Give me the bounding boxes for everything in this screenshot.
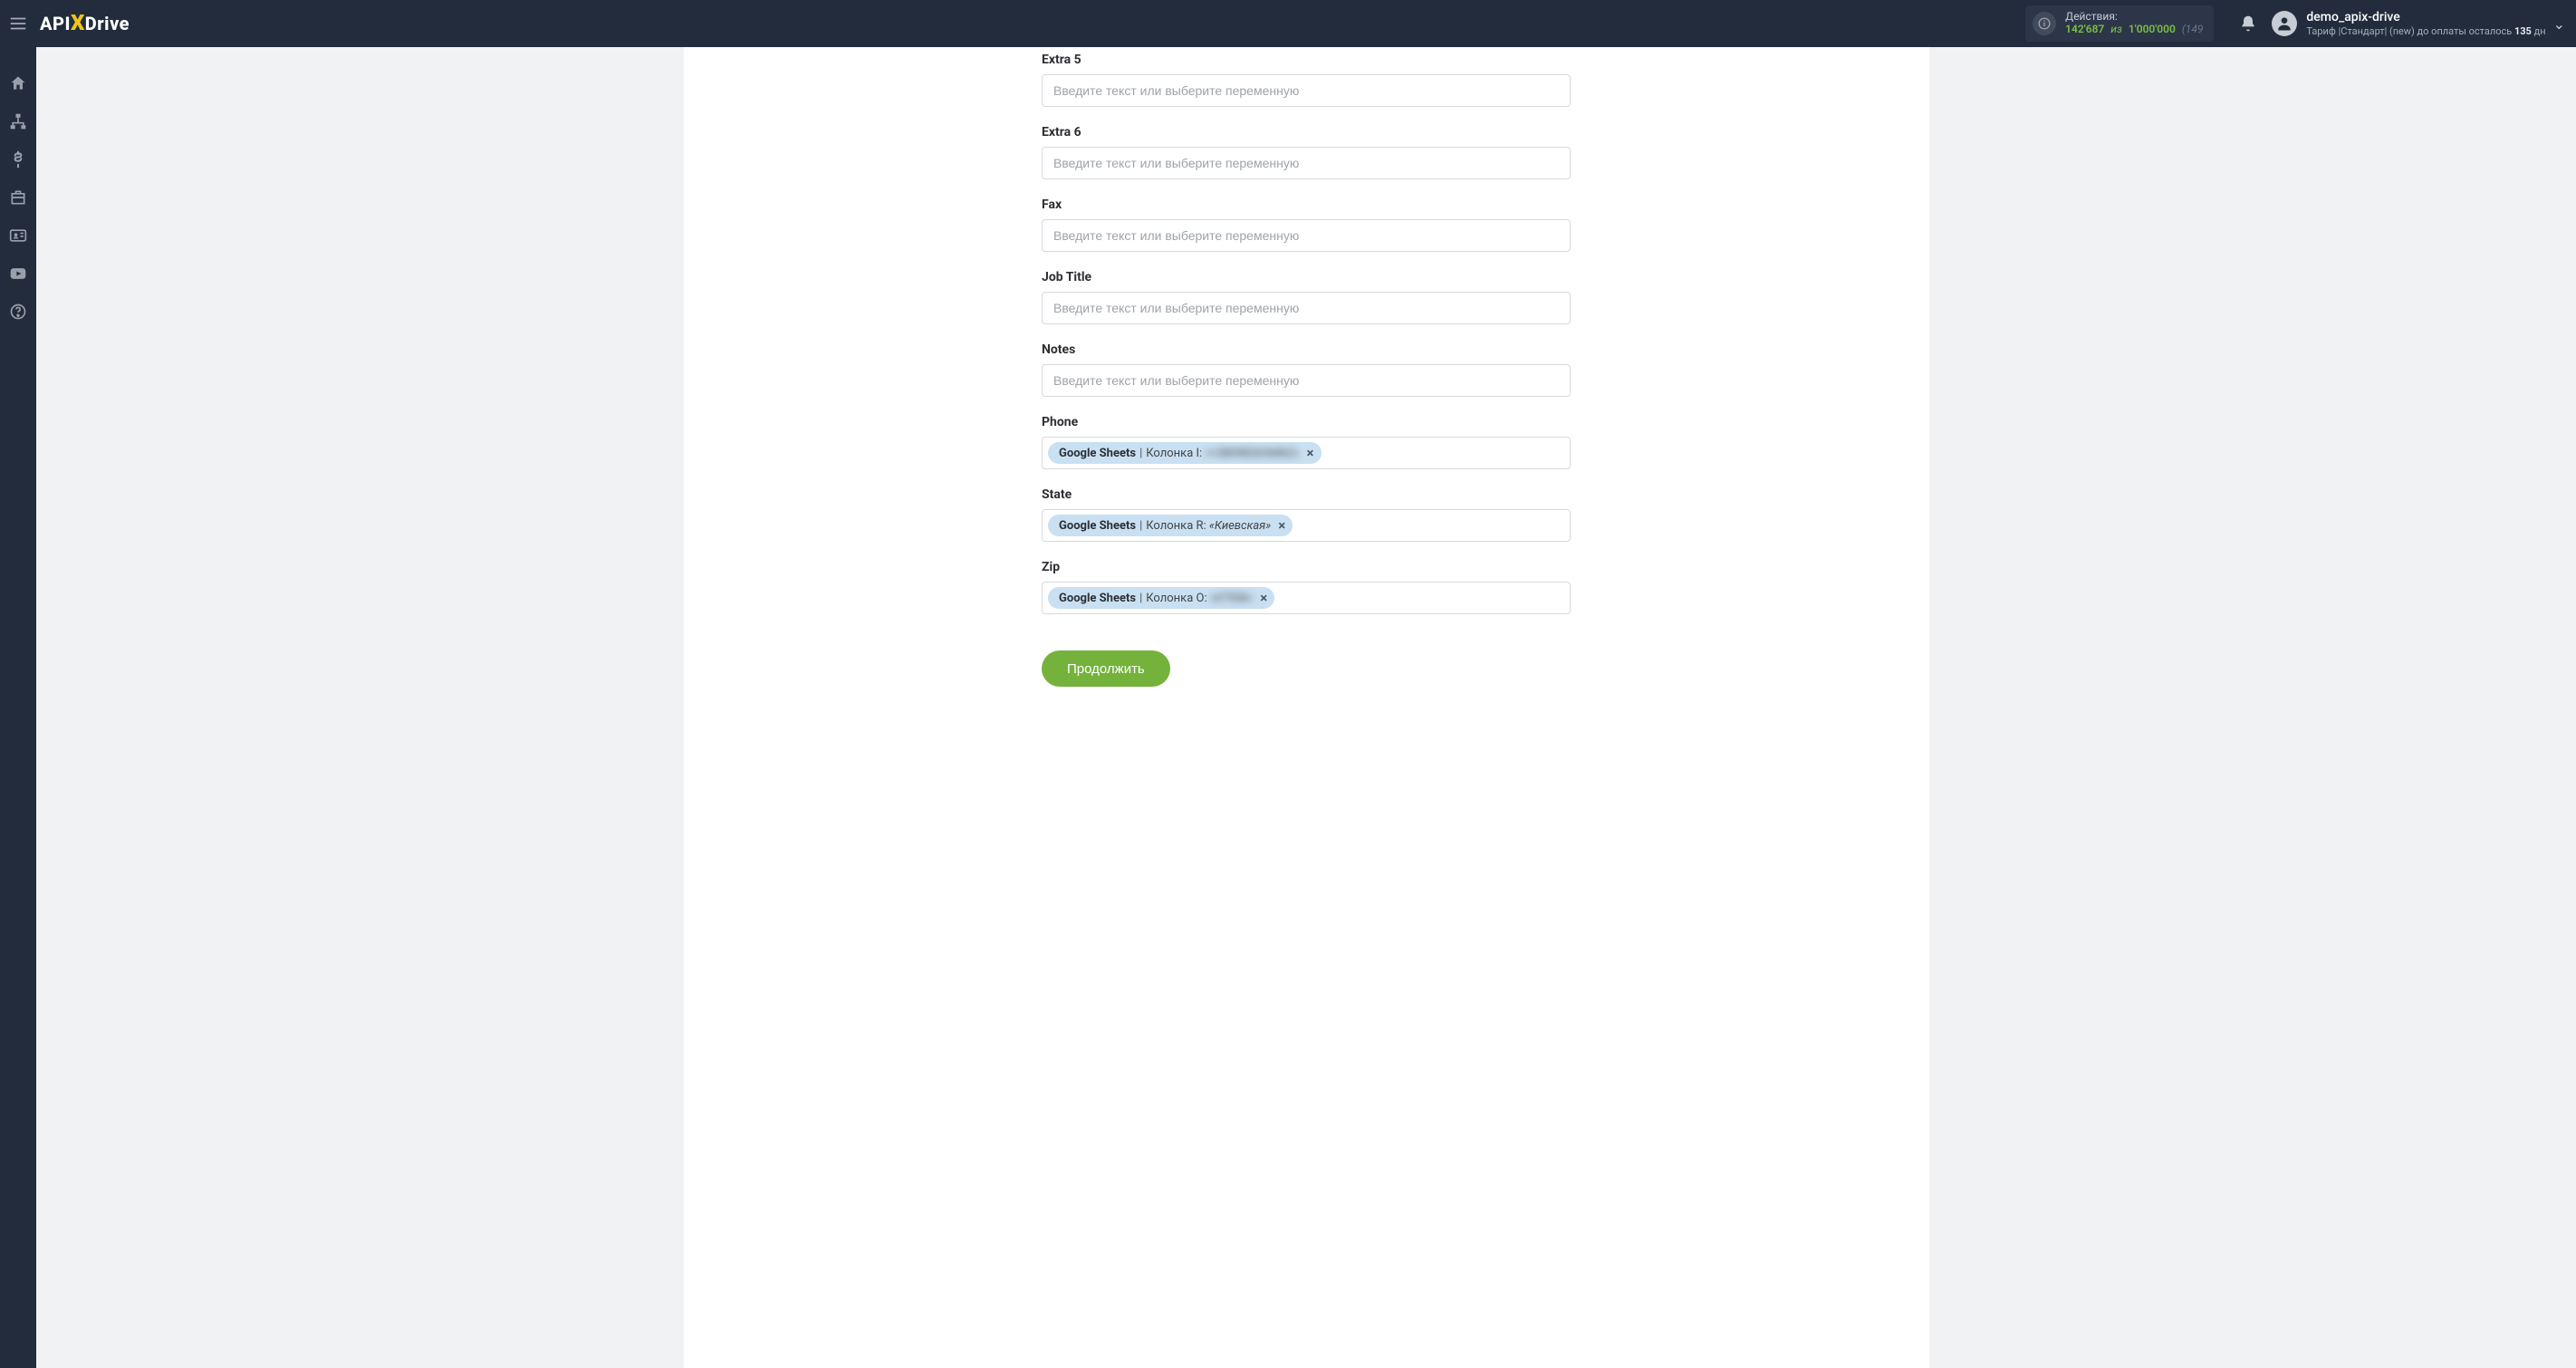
field-extra6: Extra 6 xyxy=(1042,125,1571,179)
question-icon xyxy=(9,303,27,321)
field-fax: Fax xyxy=(1042,197,1571,252)
hamburger-icon xyxy=(8,14,28,34)
label-notes: Notes xyxy=(1042,342,1571,357)
tag-separator: | xyxy=(1139,519,1142,533)
tag-value: «+380982636862» xyxy=(1205,447,1299,460)
input-zip[interactable]: Google Sheets | Колонка O: «07556» × xyxy=(1042,582,1571,614)
input-fax[interactable] xyxy=(1042,219,1571,252)
tag-separator: | xyxy=(1139,592,1142,605)
sidebar-item-home[interactable] xyxy=(0,65,36,101)
hamburger-button[interactable] xyxy=(0,0,36,47)
dollar-icon xyxy=(9,150,27,169)
sitemap-icon xyxy=(9,112,27,130)
actions-current: 142'687 xyxy=(2065,23,2104,35)
sidebar-item-videos[interactable] xyxy=(0,255,36,292)
input-phone[interactable]: Google Sheets | Колонка I: «+38098263686… xyxy=(1042,437,1571,469)
user-name: demo_apix-drive xyxy=(2306,10,2545,25)
field-phone: Phone Google Sheets | Колонка I: «+38098… xyxy=(1042,415,1571,469)
tag-value: «Киевская» xyxy=(1209,519,1271,533)
avatar xyxy=(2272,11,2297,36)
tariff-suffix: дн xyxy=(2532,25,2546,37)
sidebar xyxy=(0,47,36,1368)
brand-prefix: API xyxy=(40,13,71,34)
address-card-icon xyxy=(9,226,27,245)
page: Extra 5 Extra 6 Fax Job Title Notes Phon xyxy=(36,0,2576,1368)
sidebar-item-integrations[interactable] xyxy=(0,103,36,140)
card: Extra 5 Extra 6 Fax Job Title Notes Phon xyxy=(684,47,1929,1368)
bell-icon xyxy=(2239,14,2257,33)
tag-phone: Google Sheets | Колонка I: «+38098263686… xyxy=(1048,442,1322,464)
field-notes: Notes xyxy=(1042,342,1571,397)
info-icon xyxy=(2033,12,2056,35)
brand-suffix: Drive xyxy=(85,13,130,34)
tag-value: «07556» xyxy=(1210,592,1253,605)
continue-button[interactable]: Продолжить xyxy=(1042,650,1170,687)
tag-remove-button[interactable]: × xyxy=(1307,447,1314,460)
tag-source: Google Sheets xyxy=(1059,592,1136,605)
field-job-title: Job Title xyxy=(1042,270,1571,324)
sidebar-item-billing[interactable] xyxy=(0,141,36,178)
input-notes[interactable] xyxy=(1042,364,1571,397)
notifications-button[interactable] xyxy=(2230,0,2266,47)
tag-state: Google Sheets | Колонка R: «Киевская» × xyxy=(1048,515,1293,536)
chevron-down-icon: ⌄ xyxy=(2553,15,2565,33)
label-zip: Zip xyxy=(1042,560,1571,574)
field-zip: Zip Google Sheets | Колонка O: «07556» × xyxy=(1042,560,1571,614)
sidebar-item-projects[interactable] xyxy=(0,179,36,216)
actions-values: 142'687 из 1'000'000 (149 xyxy=(2065,24,2203,36)
input-extra5[interactable] xyxy=(1042,74,1571,107)
input-job-title[interactable] xyxy=(1042,292,1571,324)
label-phone: Phone xyxy=(1042,415,1571,429)
tag-remove-button[interactable]: × xyxy=(1260,592,1267,605)
top-nav: APIXDrive Действия: 142'687 из 1'000'000… xyxy=(0,0,2576,47)
label-fax: Fax xyxy=(1042,197,1571,212)
field-state: State Google Sheets | Колонка R: «Киевск… xyxy=(1042,487,1571,542)
briefcase-icon xyxy=(9,188,27,207)
brand-x: X xyxy=(71,10,85,35)
actions-label: Действия: xyxy=(2065,11,2203,24)
actions-limit: 1'000'000 xyxy=(2129,23,2176,35)
home-icon xyxy=(9,74,27,92)
user-text: demo_apix-drive Тариф |Стандарт| (new) д… xyxy=(2306,10,2545,37)
tariff-days: 135 xyxy=(2514,25,2532,37)
sidebar-item-help[interactable] xyxy=(0,294,36,330)
tariff-prefix: Тариф |Стандарт| (new) до оплаты осталос… xyxy=(2306,25,2514,37)
tag-remove-button[interactable]: × xyxy=(1278,519,1285,533)
tag-column: Колонка O: xyxy=(1146,592,1206,605)
label-extra6: Extra 6 xyxy=(1042,125,1571,140)
input-state[interactable]: Google Sheets | Колонка R: «Киевская» × xyxy=(1042,509,1571,542)
sidebar-item-contacts[interactable] xyxy=(0,217,36,254)
tag-source: Google Sheets xyxy=(1059,447,1136,460)
user-menu[interactable]: demo_apix-drive Тариф |Стандарт| (new) д… xyxy=(2266,0,2576,47)
label-job-title: Job Title xyxy=(1042,270,1571,284)
youtube-icon xyxy=(9,265,27,283)
tag-column: Колонка R: xyxy=(1146,519,1206,533)
actions-text: Действия: 142'687 из 1'000'000 (149 xyxy=(2065,11,2203,36)
tag-source: Google Sheets xyxy=(1059,519,1136,533)
field-extra5: Extra 5 xyxy=(1042,53,1571,107)
tag-separator: | xyxy=(1139,447,1142,460)
form: Extra 5 Extra 6 Fax Job Title Notes Phon xyxy=(1042,47,1571,687)
brand-logo[interactable]: APIXDrive xyxy=(40,13,130,34)
tag-column: Колонка I: xyxy=(1146,447,1202,460)
actions-sep: из xyxy=(2110,23,2122,35)
actions-counter[interactable]: Действия: 142'687 из 1'000'000 (149 xyxy=(2025,5,2214,42)
tag-zip: Google Sheets | Колонка O: «07556» × xyxy=(1048,587,1274,609)
user-tariff: Тариф |Стандарт| (new) до оплаты осталос… xyxy=(2306,25,2545,37)
label-state: State xyxy=(1042,487,1571,502)
input-extra6[interactable] xyxy=(1042,147,1571,179)
user-icon xyxy=(2275,14,2293,33)
label-extra5: Extra 5 xyxy=(1042,53,1571,67)
actions-extra: (149 xyxy=(2182,23,2204,35)
